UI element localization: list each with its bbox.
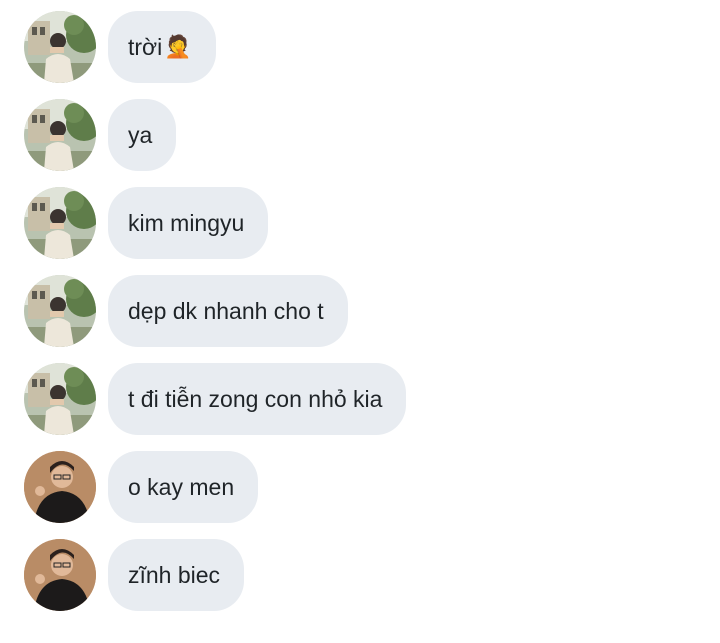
facepalm-emoji-icon: 🤦 — [164, 34, 192, 59]
message-bubble[interactable]: kim mingyu — [108, 187, 269, 259]
avatar[interactable] — [24, 451, 96, 523]
message-row: trời 🤦 — [24, 11, 216, 83]
avatar[interactable] — [24, 363, 96, 435]
message-text: trời — [128, 33, 163, 60]
message-row: kim mingyu — [24, 187, 269, 259]
avatar[interactable] — [24, 11, 96, 83]
message-bubble[interactable]: dẹp dk nhanh cho t — [108, 275, 348, 347]
message-text: zĩnh biec — [128, 561, 221, 588]
message-row: t đi tiễn zong con nhỏ kia — [24, 363, 407, 435]
message-row: ya — [24, 99, 177, 171]
message-text: kim mingyu — [128, 209, 245, 236]
message-row: o kay men — [24, 451, 259, 523]
message-bubble[interactable]: o kay men — [108, 451, 259, 523]
message-text: ya — [128, 121, 153, 148]
avatar[interactable] — [24, 99, 96, 171]
message-text: dẹp dk nhanh cho t — [128, 297, 324, 324]
message-bubble[interactable]: t đi tiễn zong con nhỏ kia — [108, 363, 407, 435]
message-bubble[interactable]: zĩnh biec — [108, 539, 245, 611]
message-bubble[interactable]: ya — [108, 99, 177, 171]
message-text: t đi tiễn zong con nhỏ kia — [128, 385, 383, 412]
message-bubble[interactable]: trời 🤦 — [108, 11, 216, 83]
message-text: o kay men — [128, 473, 235, 500]
avatar[interactable] — [24, 275, 96, 347]
message-row: dẹp dk nhanh cho t — [24, 275, 348, 347]
chat-thread: trời 🤦 ya kim mingyu dẹp dk nhanh cho t … — [0, 0, 720, 643]
avatar[interactable] — [24, 187, 96, 259]
avatar[interactable] — [24, 539, 96, 611]
message-row: zĩnh biec — [24, 539, 245, 611]
